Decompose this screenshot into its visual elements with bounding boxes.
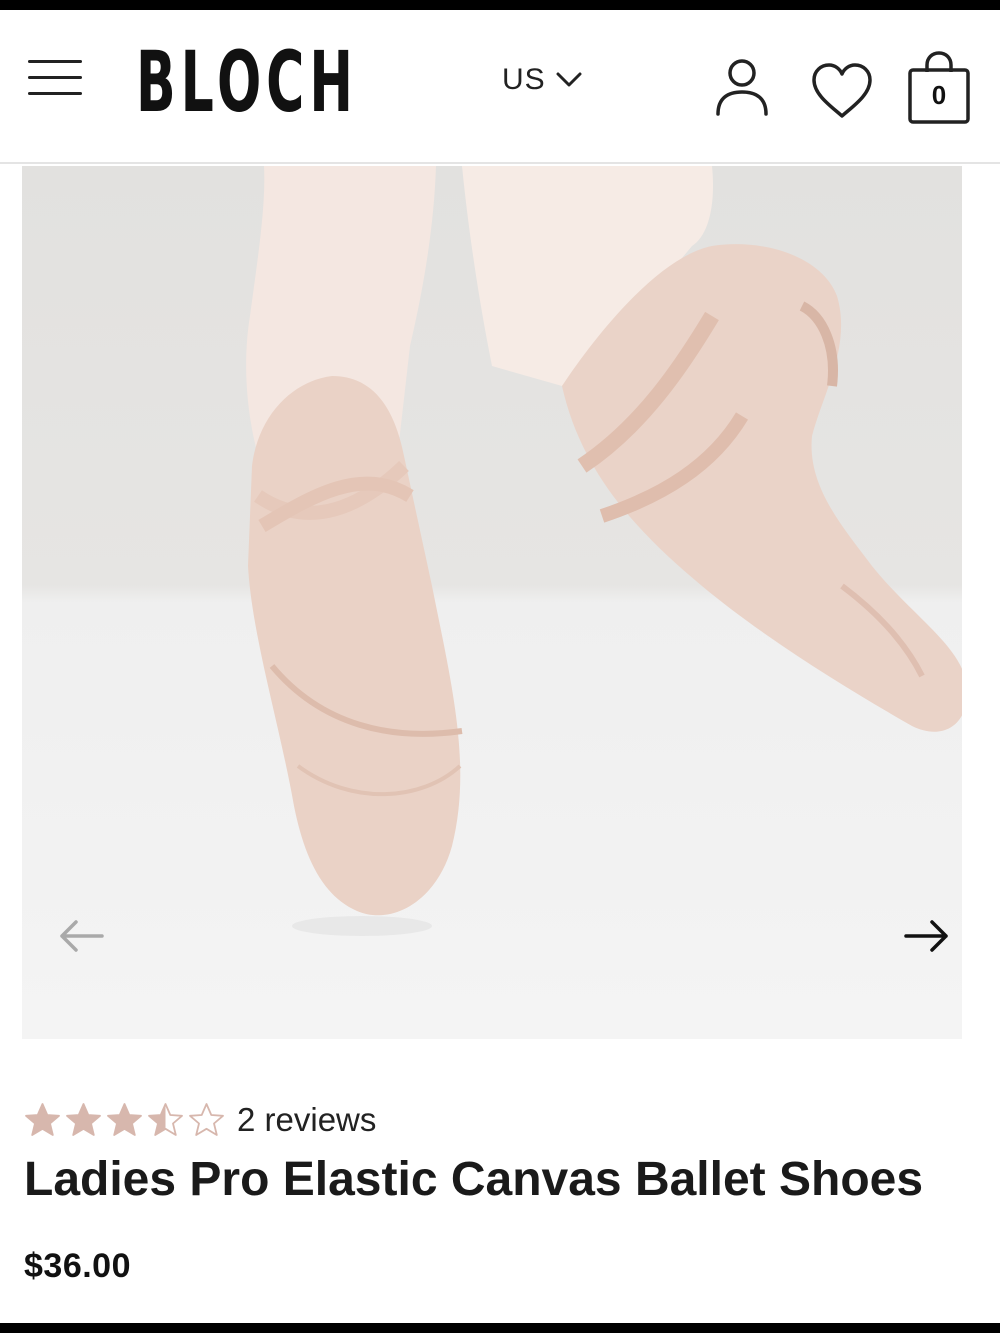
region-code: US — [502, 63, 546, 96]
product-photo — [246, 166, 962, 936]
arrow-right-icon[interactable] — [898, 916, 954, 956]
heart-icon[interactable] — [810, 62, 874, 120]
site-header: BLOCH US 0 — [0, 10, 1000, 164]
product-rating[interactable]: 2 reviews — [24, 1100, 376, 1140]
chevron-down-icon — [556, 72, 582, 87]
brand-logo[interactable]: BLOCH — [136, 32, 358, 132]
star-icon — [148, 1102, 183, 1136]
star-rating — [24, 1102, 225, 1139]
star-icon — [66, 1102, 101, 1136]
account-icon[interactable] — [712, 56, 772, 118]
region-selector[interactable]: US — [502, 60, 582, 100]
reviews-link[interactable]: 2 reviews — [237, 1101, 376, 1139]
product-title: Ladies Pro Elastic Canvas Ballet Shoes — [24, 1153, 924, 1206]
star-icon — [25, 1102, 60, 1136]
product-price: $36.00 — [24, 1247, 131, 1285]
page: BLOCH US 0 2 reviews Ladies Pro Elastic … — [0, 10, 1000, 1323]
arrow-left-icon[interactable] — [54, 916, 110, 956]
star-icon — [107, 1102, 142, 1136]
product-image-gallery[interactable] — [22, 166, 962, 1039]
bag-icon[interactable]: 0 — [906, 50, 972, 126]
menu-icon[interactable] — [28, 58, 82, 98]
star-icon — [189, 1102, 224, 1136]
cart-count-badge: 0 — [931, 80, 947, 110]
